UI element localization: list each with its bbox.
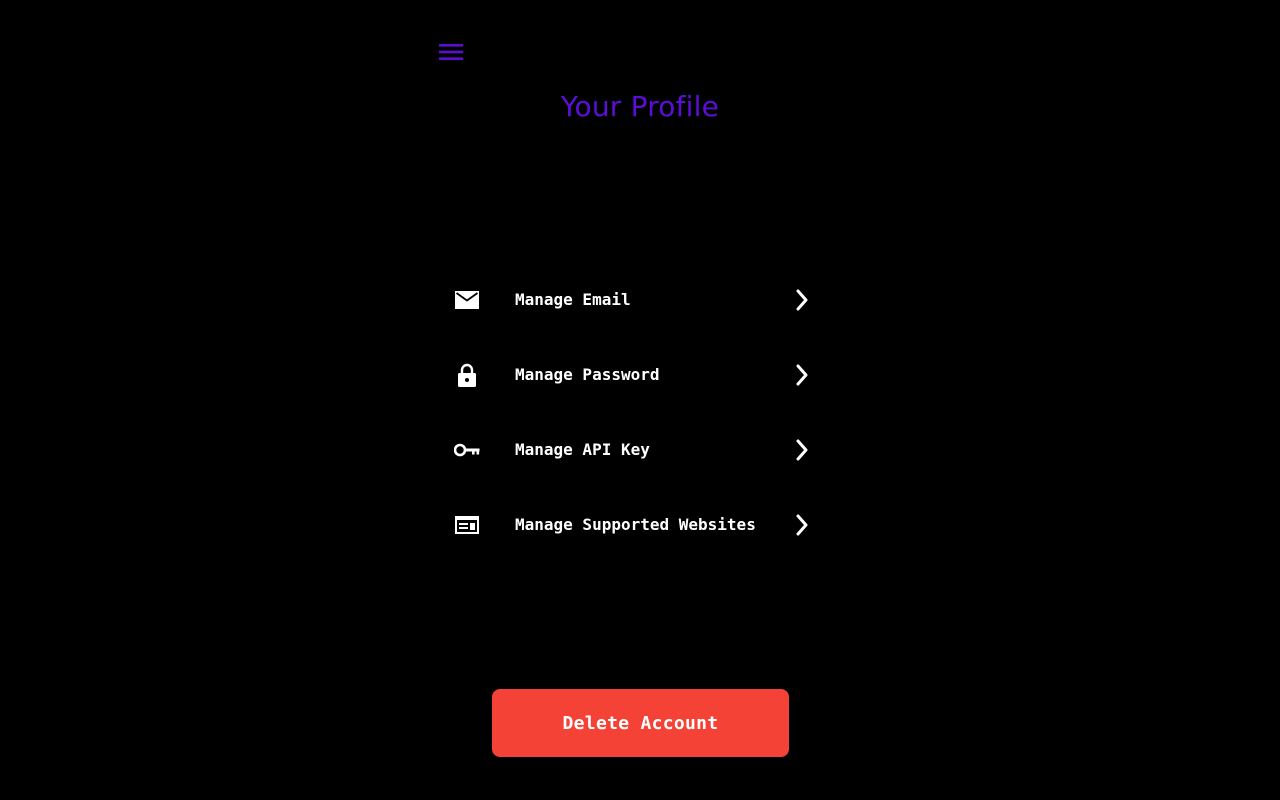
menu-item-label: Manage Email xyxy=(515,290,631,309)
menu-item-manage-supported-websites[interactable]: Manage Supported Websites xyxy=(448,487,818,562)
key-icon xyxy=(448,443,486,457)
menu-item-label: Manage API Key xyxy=(515,440,650,459)
hamburger-menu-icon xyxy=(439,44,463,60)
email-icon xyxy=(448,290,486,309)
profile-menu-list: Manage Email Manage Password Manage API … xyxy=(448,262,818,562)
chevron-right-icon xyxy=(792,513,812,537)
web-icon xyxy=(448,515,486,534)
chevron-right-icon xyxy=(792,288,812,312)
lock-icon xyxy=(448,363,486,387)
page-title: Your Profile xyxy=(560,90,720,123)
hamburger-menu-button[interactable] xyxy=(437,40,465,64)
chevron-right-icon xyxy=(792,363,812,387)
menu-item-manage-password[interactable]: Manage Password xyxy=(448,337,818,412)
menu-item-manage-api-key[interactable]: Manage API Key xyxy=(448,412,818,487)
delete-account-button[interactable]: Delete Account xyxy=(492,689,789,757)
chevron-right-icon xyxy=(792,438,812,462)
menu-item-label: Manage Password xyxy=(515,365,660,384)
menu-item-manage-email[interactable]: Manage Email xyxy=(448,262,818,337)
menu-item-label: Manage Supported Websites xyxy=(515,515,756,534)
profile-page: Your Profile Manage Email Manage Passwor… xyxy=(0,0,1280,800)
